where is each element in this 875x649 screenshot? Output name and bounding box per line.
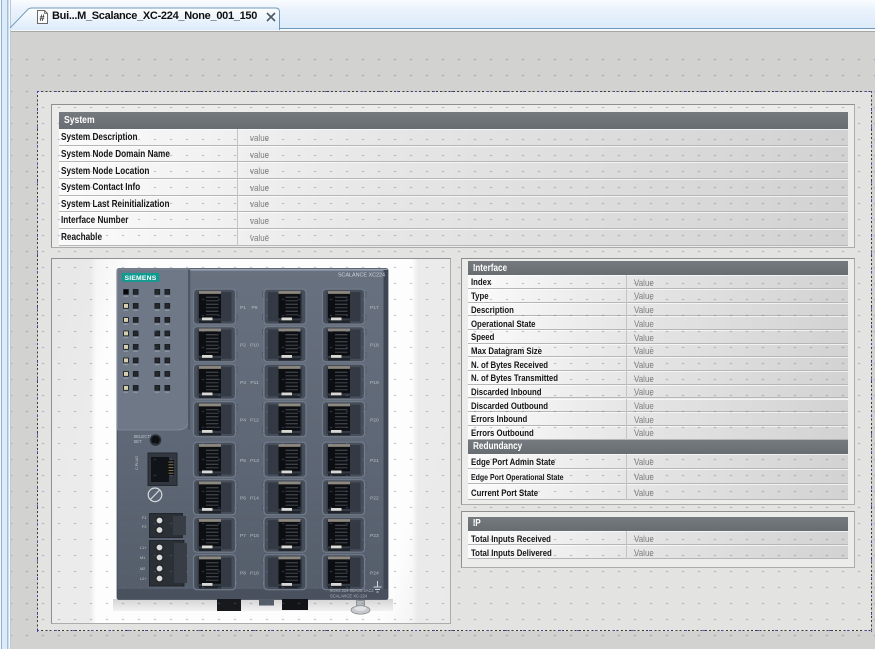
svg-text:P13: P13 xyxy=(250,458,259,464)
svg-text:P16: P16 xyxy=(250,570,259,576)
svg-text:L1+: L1+ xyxy=(140,546,147,550)
svg-text:SIEMENS: SIEMENS xyxy=(125,274,157,281)
svg-text:P11: P11 xyxy=(250,380,259,386)
svg-text:F1: F1 xyxy=(142,516,146,520)
svg-text:P1: P1 xyxy=(240,305,246,311)
svg-text:P17: P17 xyxy=(370,305,379,311)
svg-text:M2: M2 xyxy=(140,567,145,571)
svg-text:P18: P18 xyxy=(370,342,379,348)
svg-text:#: # xyxy=(39,13,44,23)
svg-text:P21: P21 xyxy=(370,458,379,464)
svg-text:P14: P14 xyxy=(250,495,259,501)
svg-text:P3: P3 xyxy=(240,380,246,386)
svg-text:P24: P24 xyxy=(370,570,379,576)
svg-text:6GK5 224-0BA00-2AC2: 6GK5 224-0BA00-2AC2 xyxy=(330,588,374,593)
svg-text:F2: F2 xyxy=(142,525,146,529)
svg-text:C PLUG: C PLUG xyxy=(135,455,139,469)
svg-text:SCALANCE XC224: SCALANCE XC224 xyxy=(338,272,385,278)
svg-text:P5: P5 xyxy=(240,458,246,464)
svg-text:P6: P6 xyxy=(240,495,246,501)
svg-text:SET: SET xyxy=(134,439,143,444)
svg-text:P12: P12 xyxy=(250,417,259,423)
svg-text:P7: P7 xyxy=(240,533,246,539)
svg-text:P15: P15 xyxy=(250,533,259,539)
svg-text:L2+: L2+ xyxy=(140,577,147,581)
svg-text:P8: P8 xyxy=(240,570,246,576)
svg-text:M1: M1 xyxy=(140,556,145,560)
svg-text:P2: P2 xyxy=(240,342,246,348)
svg-text:SCALANCE XC-224: SCALANCE XC-224 xyxy=(330,593,368,598)
svg-text:P23: P23 xyxy=(370,533,379,539)
svg-text:P19: P19 xyxy=(370,380,379,386)
svg-text:P9: P9 xyxy=(252,305,258,311)
svg-text:P22: P22 xyxy=(370,495,379,501)
svg-text:P10: P10 xyxy=(250,342,259,348)
svg-text:P4: P4 xyxy=(240,417,246,423)
svg-text:P20: P20 xyxy=(370,417,379,423)
